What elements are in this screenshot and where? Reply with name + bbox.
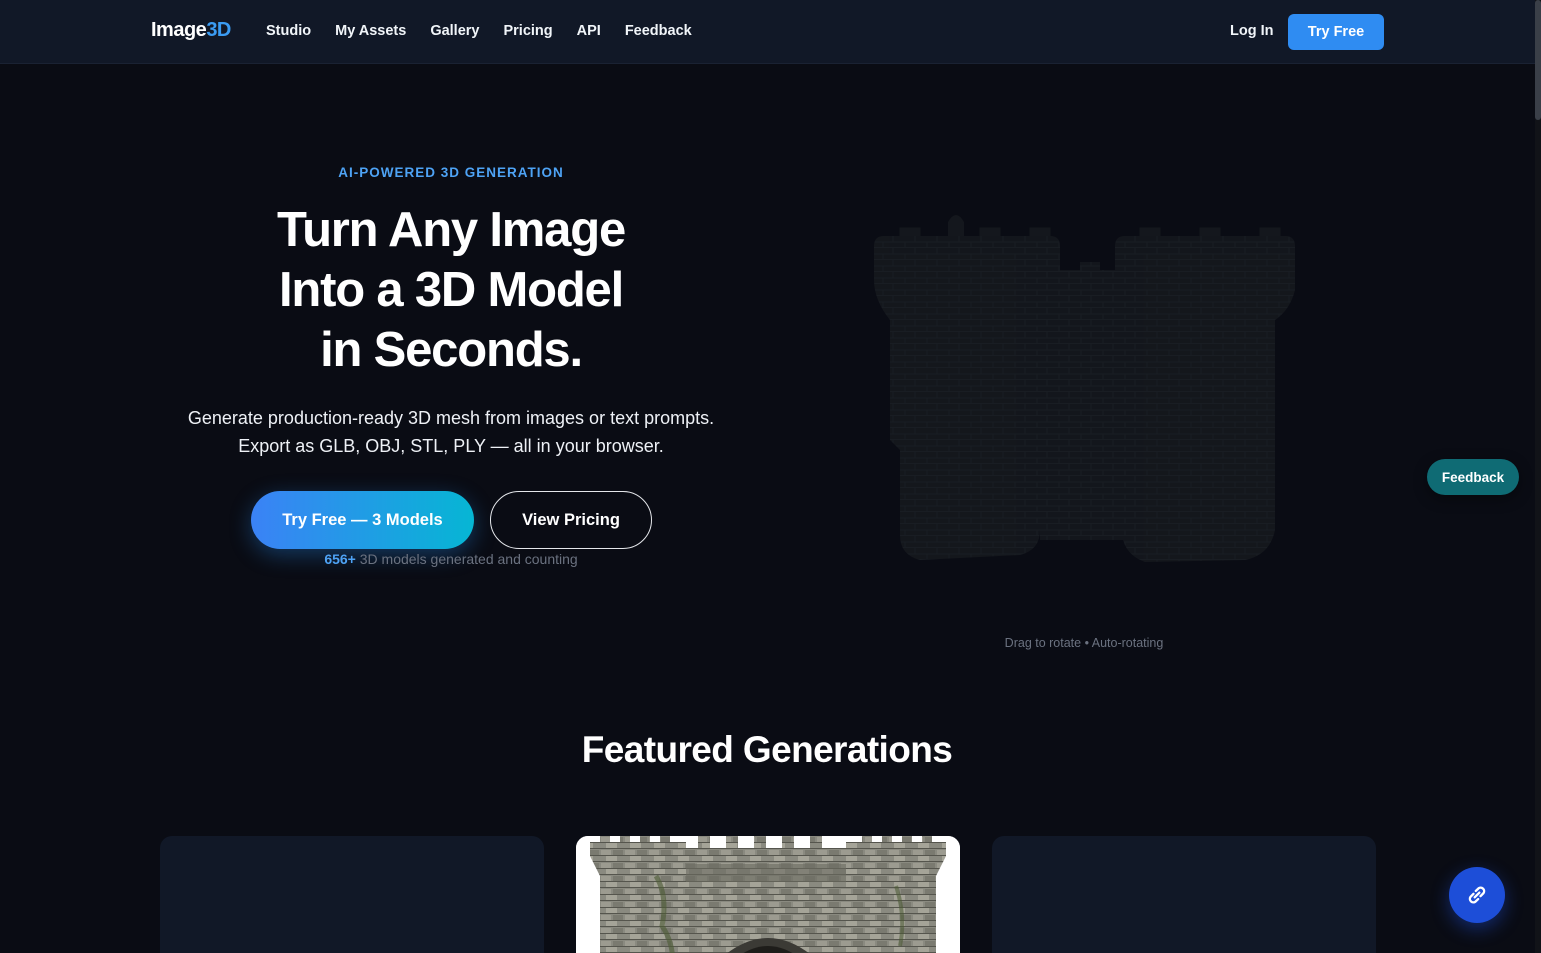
hero-title-line-2: Into a 3D Model (278, 263, 624, 317)
nav-link-studio[interactable]: Studio (266, 23, 311, 39)
floating-feedback-button[interactable]: Feedback (1427, 459, 1519, 495)
featured-card-1[interactable] (160, 836, 544, 953)
castle-model-silhouette (874, 215, 1295, 562)
stat-text: 3D models generated and counting (355, 551, 578, 567)
stat-number: 656+ (324, 551, 356, 567)
model-viewer-canvas[interactable] (860, 200, 1310, 580)
featured-card-2[interactable] (576, 836, 960, 953)
hero-subtitle-line-2: Export as GLB, OBJ, STL, PLY — all in yo… (238, 436, 664, 456)
brand-name-main: Image (151, 19, 207, 41)
nav-link-pricing[interactable]: Pricing (503, 23, 552, 39)
login-link[interactable]: Log In (1230, 23, 1274, 39)
main-nav: Studio My Assets Gallery Pricing API Fee… (266, 23, 716, 39)
hero-title: Turn Any Image Into a 3D Model in Second… (151, 200, 751, 380)
hero-eyebrow: AI-POWERED 3D GENERATION (338, 165, 564, 180)
hero-subtitle-line-1: Generate production-ready 3D mesh from i… (187, 408, 715, 428)
featured-card-3[interactable] (992, 836, 1376, 953)
link-chat-icon (1468, 886, 1486, 904)
top-navbar: Image3D Studio My Assets Gallery Pricing… (0, 0, 1535, 64)
nav-link-gallery[interactable]: Gallery (430, 23, 479, 39)
nav-link-feedback[interactable]: Feedback (625, 23, 692, 39)
models-generated-stat: 656+ 3D models generated and counting (251, 551, 651, 567)
brand-logo[interactable]: Image3D (151, 19, 231, 42)
viewer-hint: Drag to rotate • Auto-rotating (1004, 636, 1164, 650)
hero-title-line-3: in Seconds. (320, 323, 583, 377)
castle-thumbnail (576, 836, 960, 953)
brand-name-accent: 3D (206, 19, 231, 41)
page-scrollbar-thumb[interactable] (1535, 0, 1541, 120)
try-free-nav-button[interactable]: Try Free (1288, 14, 1384, 50)
nav-link-my-assets[interactable]: My Assets (335, 23, 406, 39)
hero-subtitle: Generate production-ready 3D mesh from i… (140, 404, 762, 460)
hero-title-line-1: Turn Any Image (276, 203, 626, 257)
chat-fab-button[interactable] (1449, 867, 1505, 923)
try-free-cta-button[interactable]: Try Free — 3 Models (251, 491, 474, 549)
page-scrollbar[interactable] (1535, 0, 1541, 953)
view-pricing-button[interactable]: View Pricing (490, 491, 652, 549)
nav-link-api[interactable]: API (577, 23, 601, 39)
featured-section-title: Featured Generations (581, 729, 953, 770)
